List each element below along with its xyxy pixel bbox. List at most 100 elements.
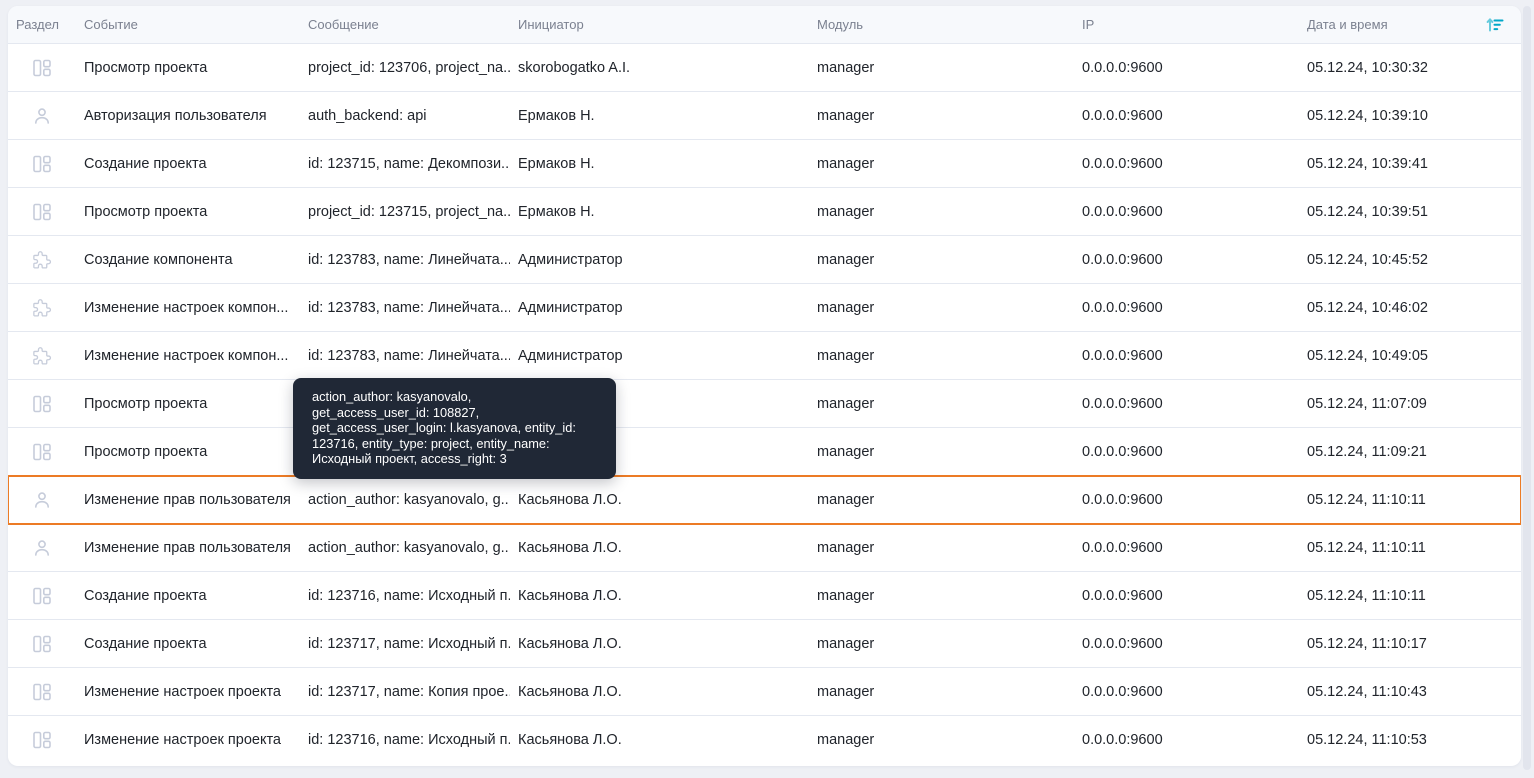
initiator-cell: Касьянова Л.О. (518, 587, 622, 604)
datetime-cell: 05.12.24, 10:30:32 (1307, 59, 1428, 76)
initiator-cell: Ермаков Н. (518, 107, 595, 124)
module-cell: manager (817, 107, 875, 124)
table-row[interactable]: Создание проекта id: 123715, name: Деком… (8, 140, 1521, 188)
message-cell: id: 123715, name: Декомпози... (308, 155, 510, 172)
component-puzzle-icon (8, 248, 76, 272)
datetime-cell: 05.12.24, 11:10:11 (1307, 539, 1426, 556)
message-cell: action_author: kasyanovalo, g... (308, 491, 510, 508)
event-cell: Просмотр проекта (84, 59, 208, 76)
ip-cell: 0.0.0.0:9600 (1082, 107, 1163, 124)
ip-cell: 0.0.0.0:9600 (1082, 155, 1163, 172)
project-icon (8, 56, 76, 80)
event-cell: Изменение настроек проекта (84, 732, 281, 748)
initiator-cell: Касьянова Л.О. (518, 635, 622, 652)
audit-log-panel: Раздел Событие Сообщение Инициатор Модул… (8, 6, 1521, 766)
tooltip-line: action_author: kasyanovalo, (312, 389, 472, 404)
datetime-cell: 05.12.24, 10:45:52 (1307, 251, 1428, 268)
event-cell: Просмотр проекта (84, 203, 208, 220)
table-row[interactable]: Изменение настроек компон... id: 123783,… (8, 284, 1521, 332)
initiator-cell: Касьянова Л.О. (518, 491, 622, 508)
table-header-row: Раздел Событие Сообщение Инициатор Модул… (8, 6, 1521, 44)
ip-cell: 0.0.0.0:9600 (1082, 587, 1163, 604)
initiator-cell: Администратор (518, 299, 623, 316)
message-cell: id: 123716, name: Исходный п... (308, 587, 510, 604)
table-row[interactable]: Изменение настроек компон... id: 123783,… (8, 332, 1521, 380)
table-row[interactable]: Создание проекта id: 123716, name: Исход… (8, 572, 1521, 620)
module-cell: manager (817, 587, 875, 604)
ip-cell: 0.0.0.0:9600 (1082, 539, 1163, 556)
table-row[interactable]: Авторизация пользователя auth_backend: a… (8, 92, 1521, 140)
ip-cell: 0.0.0.0:9600 (1082, 299, 1163, 316)
module-cell: manager (817, 443, 875, 460)
user-icon (8, 536, 76, 560)
event-cell: Создание проекта (84, 155, 207, 172)
table-body: Просмотр проекта project_id: 123706, pro… (8, 44, 1521, 764)
event-cell: Просмотр проекта (84, 443, 208, 460)
message-cell: project_id: 123706, project_na... (308, 59, 510, 76)
ip-cell: 0.0.0.0:9600 (1082, 203, 1163, 220)
message-cell: project_id: 123715, project_na... (308, 203, 510, 220)
datetime-cell: 05.12.24, 10:39:41 (1307, 155, 1428, 172)
module-cell: manager (817, 732, 875, 748)
event-cell: Создание компонента (84, 251, 233, 268)
table-row[interactable]: Изменение прав пользователя action_autho… (8, 524, 1521, 572)
column-header-datetime: Дата и время (1307, 17, 1388, 32)
table-row[interactable]: Создание проекта id: 123717, name: Исход… (8, 620, 1521, 668)
project-icon (8, 680, 76, 704)
event-cell: Создание проекта (84, 587, 207, 604)
module-cell: manager (817, 539, 875, 556)
tooltip-line: 123716, entity_type: project, entity_nam… (312, 435, 550, 451)
datetime-cell: 05.12.24, 11:09:21 (1307, 443, 1427, 460)
ip-cell: 0.0.0.0:9600 (1082, 732, 1163, 748)
column-header-module: Модуль (817, 17, 864, 32)
column-header-message: Сообщение (308, 17, 379, 32)
table-row[interactable]: Просмотр проекта manager 0.0.0.0:9600 05… (8, 380, 1521, 428)
user-icon (8, 104, 76, 128)
datetime-cell: 05.12.24, 11:10:43 (1307, 683, 1427, 700)
module-cell: manager (817, 251, 875, 268)
message-cell: auth_backend: api (308, 107, 427, 124)
initiator-cell: Касьянова Л.О. (518, 732, 622, 748)
table-row[interactable]: Просмотр проекта project_id: 123715, pro… (8, 188, 1521, 236)
message-cell: id: 123717, name: Копия прое... (308, 683, 510, 700)
module-cell: manager (817, 299, 875, 316)
module-cell: manager (817, 395, 875, 412)
message-cell: action_author: kasyanovalo, g... (308, 539, 510, 556)
ip-cell: 0.0.0.0:9600 (1082, 59, 1163, 76)
initiator-cell: skorobogatko A.I. (518, 59, 631, 76)
module-cell: manager (817, 59, 875, 76)
table-row[interactable]: Изменение настроек проекта id: 123717, n… (8, 668, 1521, 716)
ip-cell: 0.0.0.0:9600 (1082, 443, 1163, 460)
component-puzzle-icon (8, 296, 76, 320)
project-icon (8, 152, 76, 176)
message-cell: id: 123716, name: Исходный п... (308, 732, 510, 748)
initiator-cell: Ермаков Н. (518, 203, 595, 220)
project-icon (8, 392, 76, 416)
module-cell: manager (817, 683, 875, 700)
event-cell: Просмотр проекта (84, 395, 208, 412)
table-row[interactable]: Изменение прав пользователя action_autho… (8, 475, 1521, 525)
vertical-scrollbar-track (1523, 6, 1531, 770)
event-cell: Изменение прав пользователя (84, 491, 291, 508)
table-row[interactable]: Просмотр проекта manager 0.0.0.0:9600 05… (8, 428, 1521, 476)
table-row[interactable]: Просмотр проекта project_id: 123706, pro… (8, 44, 1521, 92)
datetime-cell: 05.12.24, 11:10:17 (1307, 635, 1427, 652)
project-icon (8, 632, 76, 656)
sort-ascending-icon[interactable] (1483, 13, 1507, 37)
tooltip-line: get_access_user_id: 108827, (312, 404, 480, 420)
datetime-cell: 05.12.24, 11:10:53 (1307, 732, 1427, 748)
datetime-cell: 05.12.24, 10:39:51 (1307, 203, 1428, 220)
table-row[interactable]: Изменение настроек проекта id: 123716, n… (8, 716, 1521, 764)
user-icon (8, 488, 76, 512)
initiator-cell: Администратор (518, 251, 623, 268)
event-cell: Изменение настроек компон... (84, 347, 289, 364)
vertical-scrollbar-thumb[interactable] (1523, 6, 1531, 770)
table-row[interactable]: Создание компонента id: 123783, name: Ли… (8, 236, 1521, 284)
ip-cell: 0.0.0.0:9600 (1082, 491, 1163, 508)
column-header-section: Раздел (16, 17, 59, 32)
message-cell: id: 123783, name: Линейчата... (308, 347, 510, 364)
datetime-cell: 05.12.24, 11:10:11 (1307, 587, 1426, 604)
event-cell: Создание проекта (84, 635, 207, 652)
column-header-event: Событие (84, 17, 138, 32)
project-icon (8, 728, 76, 752)
